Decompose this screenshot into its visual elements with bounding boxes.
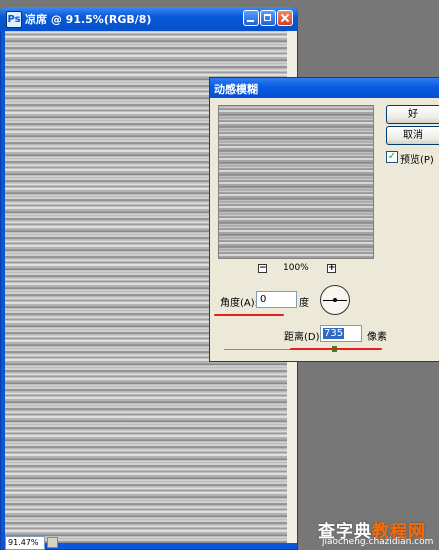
distance-label: 距离(D):	[284, 332, 323, 343]
angle-annotation-underline	[214, 314, 284, 316]
blur-preview[interactable]	[218, 105, 374, 259]
document-title: 凉席 @ 91.5%(RGB/8)	[25, 13, 152, 26]
dialog-title: 动感模糊	[214, 83, 258, 96]
maximize-button[interactable]	[260, 10, 276, 26]
motion-blur-dialog: 动感模糊 − 100% + 好 取消 ✓ 预览(P) 角度(A): 0 度 距离…	[209, 77, 439, 362]
zoom-in-button[interactable]: +	[327, 264, 336, 273]
dialog-titlebar[interactable]: 动感模糊	[210, 78, 439, 98]
ok-button[interactable]: 好	[386, 105, 439, 124]
distance-value: 735	[323, 328, 345, 339]
document-titlebar[interactable]: Ps 凉席 @ 91.5%(RGB/8)	[0, 7, 298, 31]
angle-dial-hub	[333, 298, 337, 302]
minimize-button[interactable]	[243, 10, 259, 26]
status-info-icon[interactable]	[47, 537, 58, 548]
cancel-button[interactable]: 取消	[386, 126, 439, 145]
angle-dial-icon[interactable]	[320, 285, 350, 315]
distance-annotation-underline	[290, 348, 382, 350]
photoshop-doc-icon: Ps	[6, 11, 22, 28]
close-button[interactable]	[277, 10, 293, 26]
distance-unit: 像素	[367, 332, 387, 343]
checkmark-icon: ✓	[387, 151, 397, 162]
angle-unit: 度	[299, 298, 309, 309]
watermark-url: jiaocheng.chazidian.com	[322, 537, 434, 547]
angle-input[interactable]: 0	[256, 291, 297, 308]
maximize-icon	[261, 11, 275, 25]
angle-label: 角度(A):	[220, 298, 259, 309]
zoom-status-field[interactable]: 91.47%	[5, 536, 45, 550]
preview-checkbox-label: 预览(P)	[400, 155, 434, 166]
preview-checkbox[interactable]: ✓	[386, 151, 398, 163]
minimize-icon	[244, 11, 258, 25]
zoom-out-button[interactable]: −	[258, 264, 267, 273]
distance-input[interactable]: 735	[320, 325, 362, 342]
close-icon	[278, 11, 292, 25]
preview-zoom-level: 100%	[283, 263, 309, 273]
